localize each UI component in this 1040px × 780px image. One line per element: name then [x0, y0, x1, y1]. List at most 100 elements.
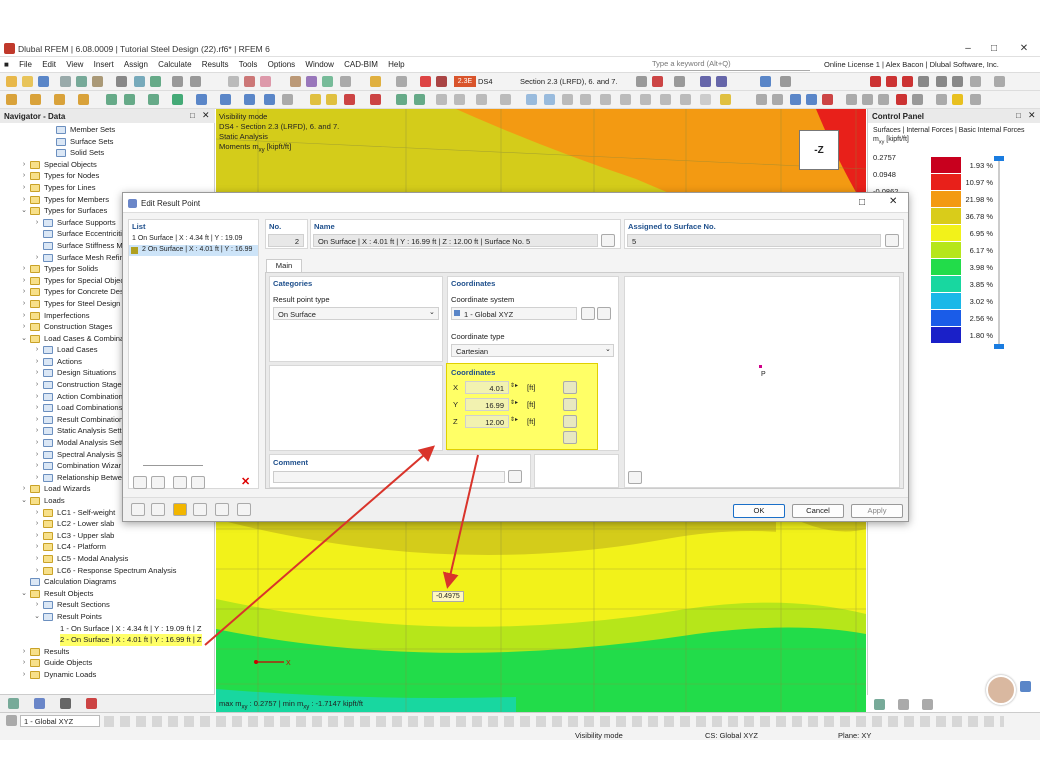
save-icon[interactable]	[38, 76, 49, 87]
collapsed-chevron-icon[interactable]: ›	[33, 460, 41, 472]
menu-calculate[interactable]: Calculate	[154, 57, 195, 69]
y-input[interactable]: 16.99	[465, 398, 509, 411]
pick-y-icon[interactable]	[563, 398, 577, 411]
results-icon[interactable]	[260, 76, 271, 87]
assigned-field[interactable]: 5	[627, 234, 881, 247]
view-x-icon[interactable]	[526, 94, 537, 105]
expanded-chevron-icon[interactable]: ⌄	[20, 495, 28, 507]
collapsed-chevron-icon[interactable]: ›	[33, 599, 41, 611]
new-cs-icon[interactable]	[581, 307, 595, 320]
menu-file[interactable]: File	[15, 57, 36, 69]
layout-icon[interactable]	[780, 76, 791, 87]
result-tool-icon[interactable]	[344, 94, 355, 105]
orbit-icon[interactable]	[500, 94, 511, 105]
collapsed-chevron-icon[interactable]: ›	[20, 263, 28, 275]
collapsed-chevron-icon[interactable]: ›	[33, 217, 41, 229]
collapsed-chevron-icon[interactable]: ›	[20, 646, 28, 658]
collapsed-chevron-icon[interactable]: ›	[20, 275, 28, 287]
collapsed-chevron-icon[interactable]: ›	[33, 449, 41, 461]
render-icon[interactable]	[620, 94, 631, 105]
rotate-icon[interactable]	[220, 94, 231, 105]
table-icon[interactable]	[150, 76, 161, 87]
scale-icon[interactable]	[264, 94, 275, 105]
move-icon[interactable]	[196, 94, 207, 105]
mirror-icon[interactable]	[244, 94, 255, 105]
window-icon[interactable]	[228, 76, 239, 87]
collapsed-chevron-icon[interactable]: ›	[33, 391, 41, 403]
find-icon[interactable]	[134, 76, 145, 87]
copy-icon[interactable]	[76, 76, 87, 87]
menu-edit[interactable]: Edit	[38, 57, 60, 69]
collapsed-chevron-icon[interactable]: ›	[33, 530, 41, 542]
view-z-icon[interactable]	[562, 94, 573, 105]
ok-button[interactable]: OK	[733, 504, 785, 518]
navigator-item[interactable]: ⌄ Result Points	[0, 611, 215, 623]
cross-icon[interactable]	[896, 94, 907, 105]
collapsed-chevron-icon[interactable]: ›	[33, 541, 41, 553]
prev-icon[interactable]	[636, 76, 647, 87]
collapsed-chevron-icon[interactable]: ›	[20, 321, 28, 333]
expanded-chevron-icon[interactable]: ⌄	[20, 333, 28, 345]
paste-icon[interactable]	[92, 76, 103, 87]
cp-close-icon[interactable]: ✕	[1028, 110, 1036, 121]
cp-settings-icon[interactable]	[874, 699, 885, 710]
collapsed-chevron-icon[interactable]: ›	[33, 379, 41, 391]
pick-z-icon[interactable]	[563, 415, 577, 428]
apply-button[interactable]: Apply	[851, 504, 903, 518]
minimize-icon[interactable]: –	[958, 42, 978, 55]
cs-icon[interactable]	[6, 715, 17, 726]
surface-tool-icon[interactable]	[78, 94, 89, 105]
navigator-item[interactable]: › LC4 - Platform	[0, 541, 215, 553]
no-field[interactable]: 2	[268, 234, 304, 247]
print-icon[interactable]	[60, 76, 71, 87]
zoom-icon[interactable]	[454, 94, 465, 105]
transparent-icon[interactable]	[680, 94, 691, 105]
navigator-item[interactable]: › LC5 - Modal Analysis	[0, 553, 215, 565]
cp-filter-icon[interactable]	[922, 699, 933, 710]
measure-icon[interactable]	[846, 94, 857, 105]
new-file-icon[interactable]	[6, 76, 17, 87]
edit-cs-icon[interactable]	[597, 307, 611, 320]
script-icon[interactable]	[952, 94, 963, 105]
menu-results[interactable]: Results	[198, 57, 233, 69]
warning-icon[interactable]	[878, 94, 889, 105]
cp-pin-icon[interactable]: □	[1016, 111, 1021, 120]
info-icon[interactable]	[193, 503, 207, 516]
view-y-icon[interactable]	[544, 94, 555, 105]
draw-line-icon[interactable]	[30, 94, 41, 105]
highlight-icon[interactable]	[936, 94, 947, 105]
menu-help[interactable]: Help	[384, 57, 408, 69]
collapsed-chevron-icon[interactable]: ›	[33, 437, 41, 449]
load-case-icon[interactable]	[420, 76, 431, 87]
units-icon[interactable]	[151, 503, 165, 516]
grid-icon[interactable]	[396, 76, 407, 87]
collapsed-chevron-icon[interactable]: ›	[33, 565, 41, 577]
list-item-2[interactable]: 2 On Surface | X : 4.01 ft | Y : 16.99	[129, 245, 258, 256]
solid-icon[interactable]	[660, 94, 671, 105]
color-icon[interactable]	[173, 503, 187, 516]
sort-icon[interactable]	[191, 476, 205, 489]
coordinate-type-select[interactable]: Cartesian	[451, 344, 614, 357]
tab-main[interactable]: Main	[266, 259, 302, 272]
collapsed-chevron-icon[interactable]: ›	[33, 472, 41, 484]
legend-slider-bottom[interactable]	[994, 344, 1004, 349]
sync-icon[interactable]	[806, 94, 817, 105]
x-spinner-icon[interactable]: ⇕▸	[510, 382, 518, 389]
snap-toolbar[interactable]	[104, 716, 1004, 727]
report-icon[interactable]	[290, 76, 301, 87]
close-icon[interactable]: ✕	[1014, 42, 1034, 55]
section-tool-icon[interactable]	[370, 94, 381, 105]
support-icon[interactable]	[870, 76, 881, 87]
display-mode-icon[interactable]	[700, 94, 711, 105]
pick-x-icon[interactable]	[563, 381, 577, 394]
pan-icon[interactable]	[476, 94, 487, 105]
navigator-item[interactable]: › Result Sections	[0, 599, 215, 611]
dialog-maximize-icon[interactable]: □	[859, 197, 865, 208]
menu-assign[interactable]: Assign	[120, 57, 152, 69]
expanded-chevron-icon[interactable]: ⌄	[20, 205, 28, 217]
copy-item-icon[interactable]	[151, 476, 165, 489]
navigator-item[interactable]: Calculation Diagrams	[0, 576, 215, 588]
collapsed-chevron-icon[interactable]: ›	[20, 310, 28, 322]
navigator-item[interactable]: › LC6 - Response Spectrum Analysis	[0, 565, 215, 577]
edit-name-icon[interactable]	[601, 234, 615, 247]
